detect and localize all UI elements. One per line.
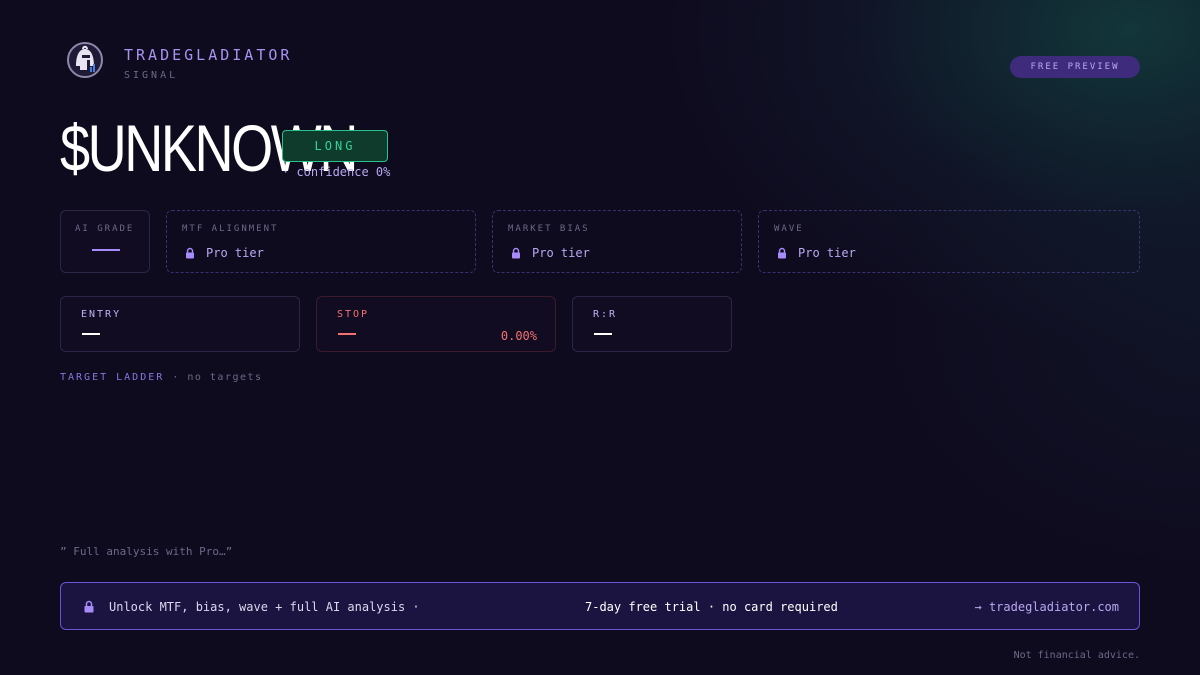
wave-card: WAVE Pro tier [758,210,1140,273]
lock-icon [186,247,194,259]
risk-reward-label: R:R [593,309,618,320]
wave-label: WAVE [774,224,804,234]
lock-icon [84,600,94,613]
market-bias-card: MARKET BIAS Pro tier [492,210,742,273]
risk-reward-card: R:R [572,296,732,352]
target-ladder-heading: TARGET LADDER · no targets [60,372,263,383]
direction-badge: LONG [282,130,388,162]
target-ladder-label: TARGET LADDER [60,372,165,383]
wave-locked-row: Pro tier [776,246,856,260]
cta-website-link[interactable]: → tradegladiator.com [975,600,1120,614]
mtf-alignment-card: MTF ALIGNMENT Pro tier [166,210,476,273]
risk-reward-empty-value [594,333,612,335]
lock-icon [512,247,520,259]
stop-empty-value [338,333,356,335]
stop-label: STOP [337,309,370,320]
lock-icon [778,247,786,259]
entry-label: ENTRY [81,309,122,320]
wave-pro-tier-text: Pro tier [798,246,856,260]
ai-grade-card: AI GRADE [60,210,150,273]
cta-trial-text: 7-day free trial · no card required [585,600,838,614]
target-ladder-empty: · no targets [172,372,263,383]
ai-grade-empty-value [92,249,120,251]
upgrade-cta-banner[interactable]: Unlock MTF, bias, wave + full AI analysi… [60,582,1140,630]
cta-unlock-text: Unlock MTF, bias, wave + full AI analysi… [109,600,420,614]
brand-name: TRADEGLADIATOR [124,46,293,64]
disclaimer: Not financial advice. [1013,650,1140,661]
stop-card: STOP 0.00% [316,296,556,352]
market-bias-label: MARKET BIAS [508,224,590,234]
entry-empty-value [82,333,100,335]
bias-pro-tier-text: Pro tier [532,246,590,260]
bias-locked-row: Pro tier [510,246,590,260]
mtf-alignment-label: MTF ALIGNMENT [182,224,279,234]
confidence-text: · confidence 0% [282,165,391,179]
mtf-pro-tier-text: Pro tier [206,246,264,260]
free-preview-badge: FREE PREVIEW [1010,56,1140,78]
mtf-locked-row: Pro tier [184,246,264,260]
stop-percent: 0.00% [500,329,537,343]
brand-subtitle: SIGNAL [124,70,179,81]
gladiator-helmet-logo [66,40,104,80]
entry-card: ENTRY [60,296,300,352]
pro-teaser-quote: ” Full analysis with Pro…” [60,545,233,558]
ai-grade-label: AI GRADE [75,224,135,234]
